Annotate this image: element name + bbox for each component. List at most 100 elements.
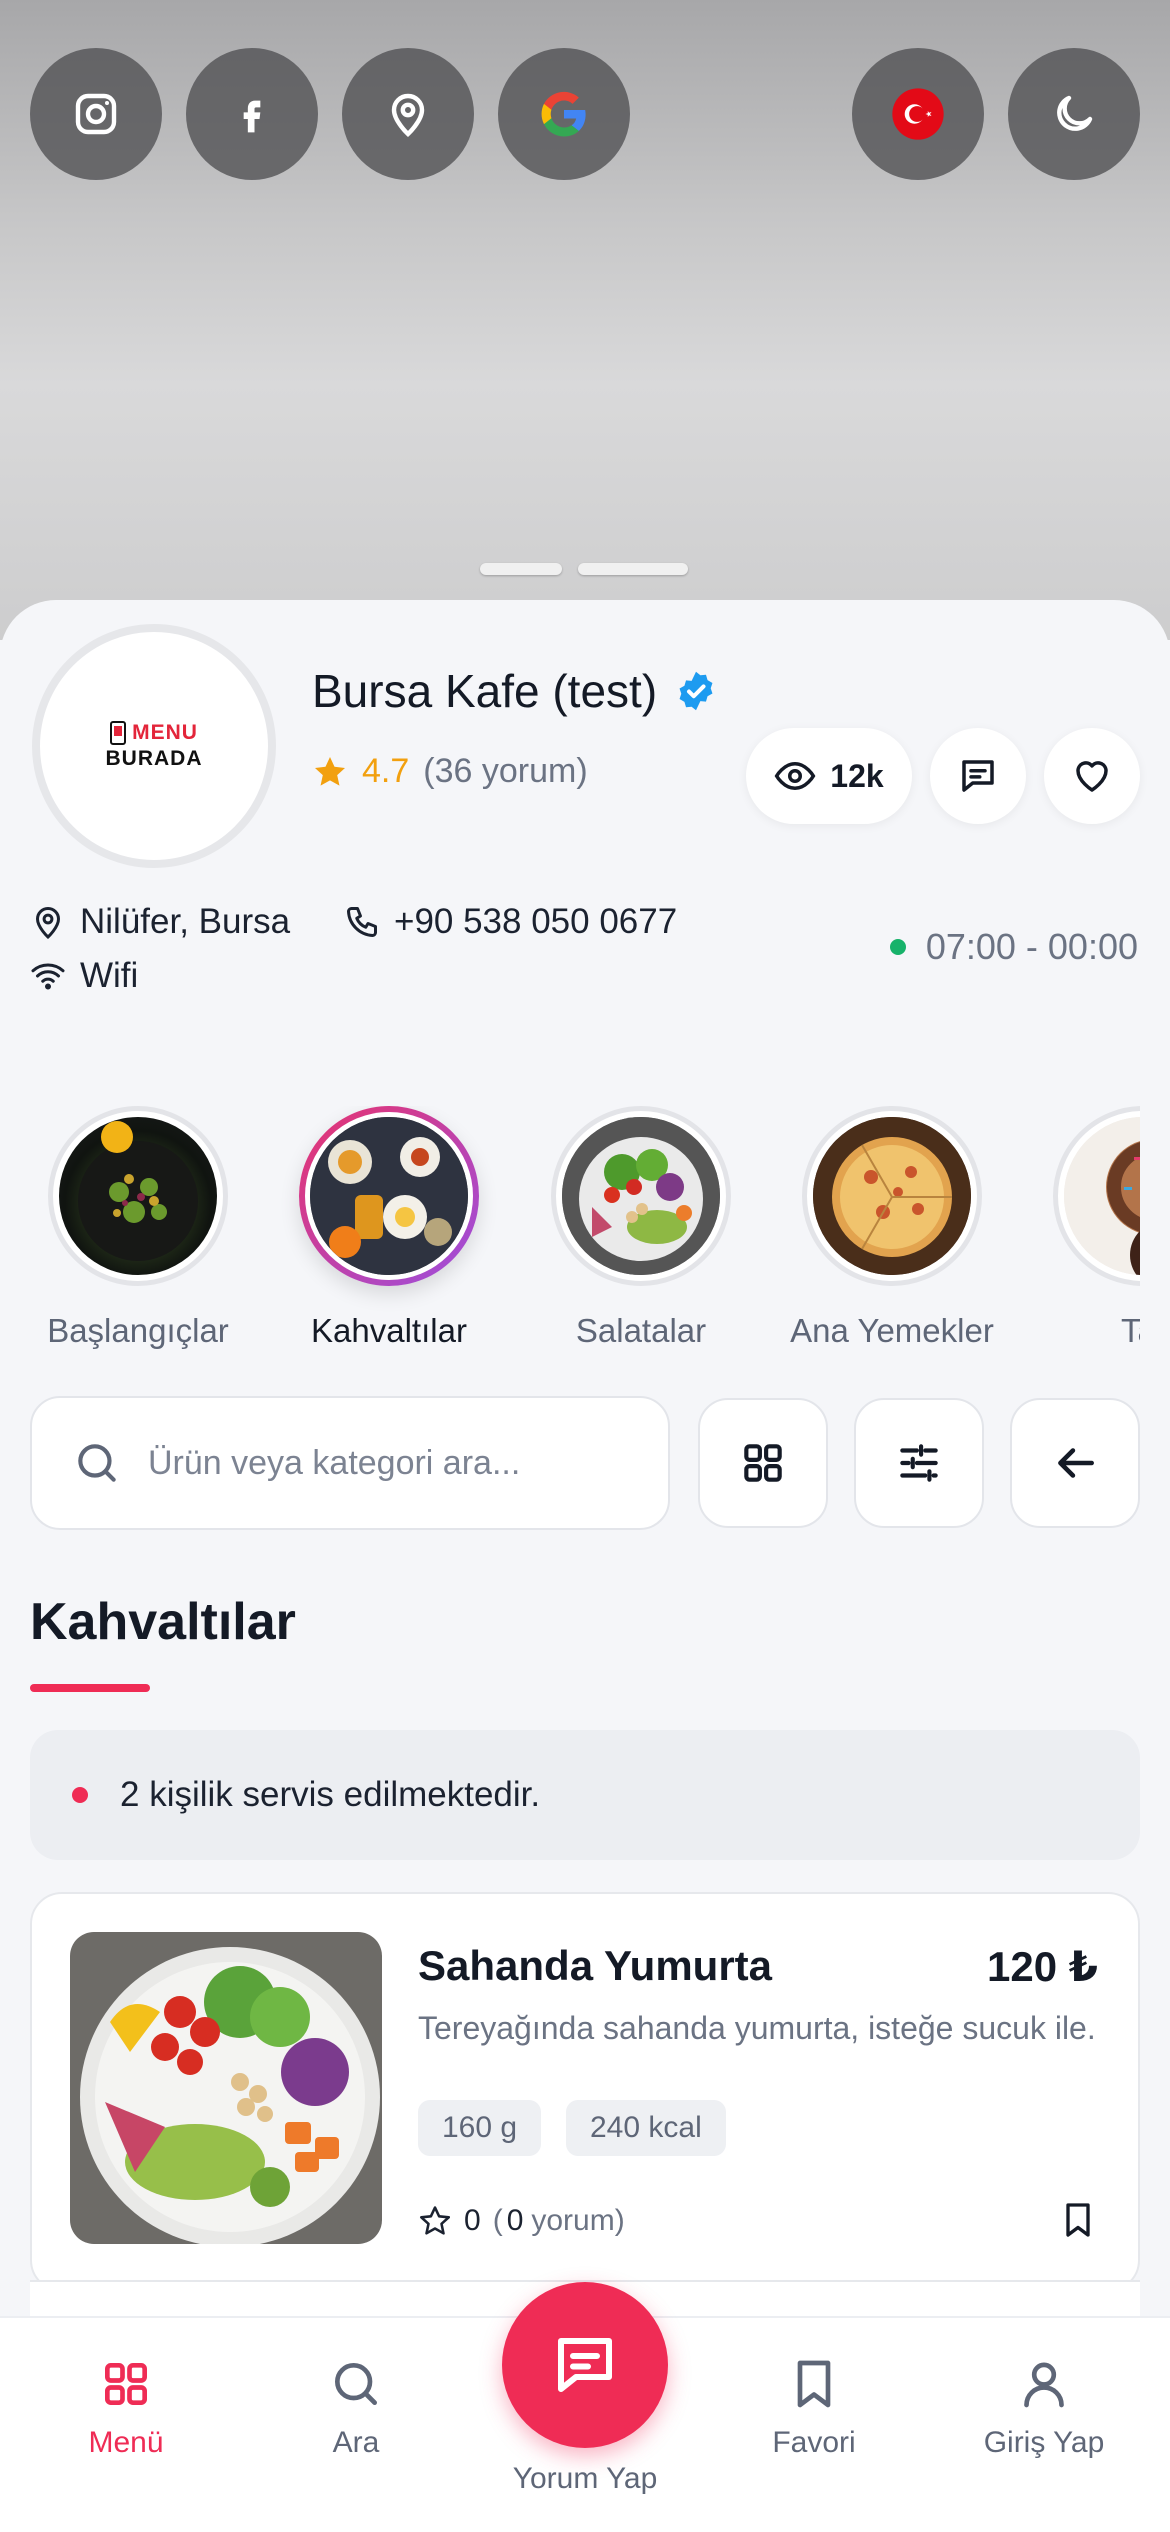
phone-text: +90 538 050 0677: [394, 902, 678, 941]
comments-button[interactable]: [930, 728, 1026, 824]
filter-button[interactable]: [854, 1398, 984, 1528]
views-pill[interactable]: 12k: [746, 728, 912, 824]
pager-dot-2[interactable]: [578, 563, 688, 575]
bookmark-icon: [1066, 2203, 1090, 2237]
nav-favorites[interactable]: Favori: [714, 2356, 914, 2460]
moon-icon: [1057, 95, 1093, 131]
nav-search[interactable]: Ara: [256, 2356, 456, 2460]
message-icon: [962, 760, 994, 792]
pager-dot-1[interactable]: [480, 563, 562, 575]
location-info[interactable]: Nilüfer, Bursa: [30, 902, 290, 942]
instagram-button[interactable]: [30, 48, 162, 180]
write-review-label: Yorum Yap: [512, 2462, 658, 2495]
nav-login[interactable]: Giriş Yap: [944, 2356, 1144, 2460]
product-review-word: yorum): [531, 2204, 625, 2237]
location-button[interactable]: [342, 48, 474, 180]
product-name: Sahanda Yumurta: [418, 1942, 773, 1989]
facebook-icon: [243, 100, 261, 133]
product-card[interactable]: Sahanda Yumurta 120 ₺ Tereyağında sahand…: [30, 1892, 1140, 2292]
category-ana-yemekler[interactable]: Ana Yemekler: [767, 1106, 1017, 1350]
theme-toggle-button[interactable]: [1008, 48, 1140, 180]
bookmark-button[interactable]: [1058, 2200, 1098, 2245]
user-icon: [1024, 2362, 1064, 2408]
phone-icon: [347, 907, 377, 937]
verified-badge-icon: [679, 671, 713, 711]
category-label: Ana Yemekler: [790, 1312, 994, 1349]
dessert-image: [1064, 1117, 1140, 1275]
restaurant-logo: MENU BURADA: [32, 624, 276, 868]
instagram-icon: [75, 93, 117, 135]
wifi-icon: [31, 963, 65, 990]
category-tatlilar[interactable]: Tat: [1018, 1106, 1140, 1350]
product-price: 120 ₺: [987, 1943, 1098, 1990]
restaurant-rating[interactable]: 4.7 (36 yorum): [312, 752, 588, 791]
facebook-button[interactable]: [186, 48, 318, 180]
category-label: Kahvaltılar: [311, 1312, 467, 1349]
note-text: 2 kişilik servis edilmektedir.: [120, 1775, 541, 1814]
grid-icon: [744, 1444, 782, 1482]
favorite-button[interactable]: [1044, 728, 1140, 824]
language-button[interactable]: [852, 48, 984, 180]
nav-menu[interactable]: Menü: [26, 2356, 226, 2460]
rating-value: 4.7: [362, 752, 410, 790]
search-placeholder: Ürün veya kategori ara...: [148, 1443, 521, 1482]
search-icon: [335, 2363, 377, 2405]
views-count: 12k: [830, 757, 884, 794]
category-image-ring: [48, 1106, 228, 1286]
opening-hours: 07:00 - 00:00: [889, 926, 1138, 968]
sliders-icon: [900, 1444, 938, 1482]
category-kahvaltilar[interactable]: Kahvaltılar: [264, 1106, 514, 1350]
phone-logo-icon: [110, 721, 127, 745]
location-text: Nilüfer, Bursa: [80, 902, 291, 941]
product-review-open: (: [492, 2204, 503, 2237]
turkey-flag-icon: [892, 88, 944, 140]
google-button[interactable]: [498, 48, 630, 180]
wifi-info[interactable]: Wifi: [30, 956, 138, 996]
product-calorie-tag: 240 kcal: [566, 2100, 726, 2156]
category-carousel[interactable]: Başlangıçlar Kahvaltılar Salatalar Ana Y…: [0, 1106, 1140, 1366]
pizza-image: [813, 1117, 971, 1275]
nav-menu-label: Menü: [88, 2426, 164, 2459]
location-icon: [391, 93, 425, 138]
restaurant-title: Bursa Kafe (test): [312, 664, 717, 718]
restaurant-name: Bursa Kafe (test): [312, 665, 658, 717]
note-dot: [72, 1787, 88, 1803]
product-weight-tag: 160 g: [418, 2100, 542, 2156]
category-salatalar[interactable]: Salatalar: [516, 1106, 766, 1350]
category-image-ring-active: [299, 1106, 479, 1286]
phone-info[interactable]: +90 538 050 0677: [344, 902, 677, 942]
star-outline-icon: [419, 2206, 451, 2235]
section-title: Kahvaltılar: [30, 1593, 296, 1651]
starter-dish-image: [59, 1117, 217, 1275]
grid-view-button[interactable]: [698, 1398, 828, 1528]
product-rating-value: 0: [464, 2204, 481, 2237]
arrow-left-icon: [1058, 1448, 1094, 1478]
product-description: Tereyağında sahanda yumurta, isteğe sucu…: [418, 2010, 1096, 2046]
review-count: (36 yorum): [423, 752, 588, 790]
star-icon: [315, 756, 345, 786]
heart-icon: [1076, 761, 1108, 792]
category-baslangiclar[interactable]: Başlangıçlar: [13, 1106, 263, 1350]
hours-text: 07:00 - 00:00: [925, 926, 1138, 967]
eye-icon: [774, 761, 816, 791]
search-field[interactable]: Ürün veya kategori ara...: [30, 1396, 670, 1530]
bookmark-icon: [797, 2360, 831, 2408]
product-rating[interactable]: 0 (0 yorum): [418, 2204, 625, 2238]
logo-text-top: MENU: [110, 721, 198, 745]
search-icon: [78, 1444, 116, 1482]
logo-line-2: BURADA: [105, 747, 203, 770]
open-status-dot: [889, 939, 906, 955]
nav-favorites-label: Favori: [772, 2426, 856, 2459]
category-label: Salatalar: [575, 1312, 707, 1349]
product-image: [70, 1932, 382, 2244]
menu-grid-icon: [105, 2363, 147, 2405]
map-pin-icon: [35, 907, 61, 940]
product-review-count: 0: [506, 2204, 524, 2237]
category-label: Başlangıçlar: [47, 1312, 229, 1349]
category-label: Tat: [1120, 1312, 1140, 1349]
write-review-button[interactable]: [502, 2282, 668, 2448]
back-button[interactable]: [1010, 1398, 1140, 1528]
salad-image: [562, 1117, 720, 1275]
nav-search-label: Ara: [332, 2426, 380, 2459]
nav-login-label: Giriş Yap: [983, 2426, 1105, 2459]
